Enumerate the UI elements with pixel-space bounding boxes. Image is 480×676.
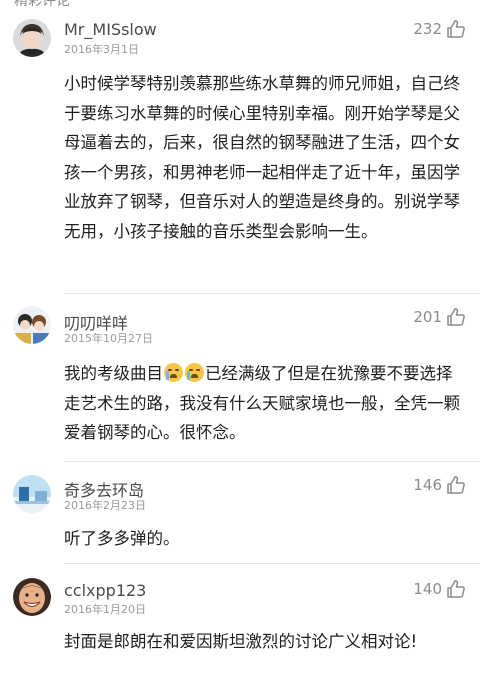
thumbs-up-icon xyxy=(447,308,465,326)
comment-text: 小时候学琴特别羡慕那些练水草舞的师兄师姐，自己终于要练习水草舞的时候心里特别幸福… xyxy=(64,74,460,241)
divider xyxy=(64,461,480,462)
thumbs-up-icon xyxy=(447,476,465,494)
username[interactable]: cclxpp123 xyxy=(64,581,146,600)
like-button[interactable]: 232 xyxy=(413,19,466,39)
crying-emoji-icon xyxy=(164,363,183,382)
username[interactable]: Mr_MISslow xyxy=(64,20,157,39)
thumbs-up-icon xyxy=(447,580,465,598)
divider xyxy=(64,293,480,294)
like-button[interactable]: 140 xyxy=(413,579,466,599)
crying-emoji-icon xyxy=(185,363,204,382)
avatar[interactable] xyxy=(13,306,51,344)
comment-date: 2016年1月20日 xyxy=(64,603,146,616)
like-button[interactable]: 146 xyxy=(413,475,466,495)
thumbs-up-icon xyxy=(447,20,465,38)
avatar[interactable] xyxy=(13,578,51,616)
section-header: 精彩评论 xyxy=(14,0,70,9)
like-count: 140 xyxy=(413,580,442,598)
divider xyxy=(64,563,480,564)
comment-text: 封面是郎朗在和爱因斯坦激烈的讨论广义相对论! xyxy=(64,632,418,651)
like-count: 146 xyxy=(413,476,442,494)
comment-date: 2016年2月23日 xyxy=(64,499,146,512)
like-count: 232 xyxy=(413,20,442,38)
avatar[interactable] xyxy=(13,19,51,57)
like-button[interactable]: 201 xyxy=(413,307,466,327)
like-count: 201 xyxy=(413,308,442,326)
comment-date: 2015年10月27日 xyxy=(64,332,153,345)
comment-text: 听了多多弹的。 xyxy=(64,529,180,548)
comment-date: 2016年3月1日 xyxy=(64,43,139,56)
comment-text: 我的考级曲目 已经满级了但是在犹豫要不要选择走艺术生的路，我没有什么天赋家境也一般… xyxy=(64,363,460,442)
avatar[interactable] xyxy=(13,475,51,513)
